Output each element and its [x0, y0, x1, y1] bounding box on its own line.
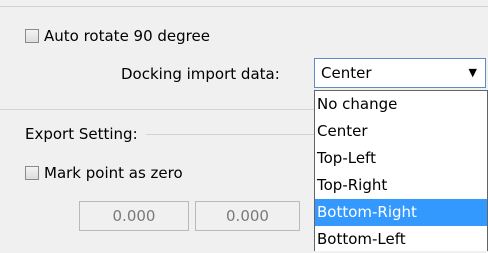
option-no-change[interactable]: No change [315, 91, 487, 118]
auto-rotate-label: Auto rotate 90 degree [44, 27, 210, 45]
docking-select[interactable]: Center ▼ [314, 58, 486, 88]
option-center[interactable]: Center [315, 118, 487, 145]
mark-point-label: Mark point as zero [44, 164, 183, 182]
mark-point-checkbox[interactable] [25, 166, 39, 180]
export-group-line [146, 134, 314, 135]
option-top-right[interactable]: Top-Right [315, 172, 487, 199]
option-bottom-left[interactable]: Bottom-Left [315, 226, 487, 252]
docking-selected-value: Center [321, 64, 372, 82]
export-y-field[interactable]: 0.000 [195, 201, 300, 231]
option-bottom-right[interactable]: Bottom-Right [315, 199, 487, 226]
export-x-field[interactable]: 0.000 [79, 201, 189, 231]
option-top-left[interactable]: Top-Left [315, 145, 487, 172]
docking-dropdown-list: No change Center Top-Left Top-Right Bott… [314, 90, 488, 251]
export-setting-label: Export Setting: [25, 125, 138, 143]
top-group-separator [0, 109, 314, 110]
top-separator [0, 0, 488, 7]
dropdown-arrow-icon[interactable]: ▼ [469, 66, 477, 80]
auto-rotate-checkbox[interactable] [25, 29, 39, 43]
docking-label: Docking import data: [121, 65, 280, 83]
